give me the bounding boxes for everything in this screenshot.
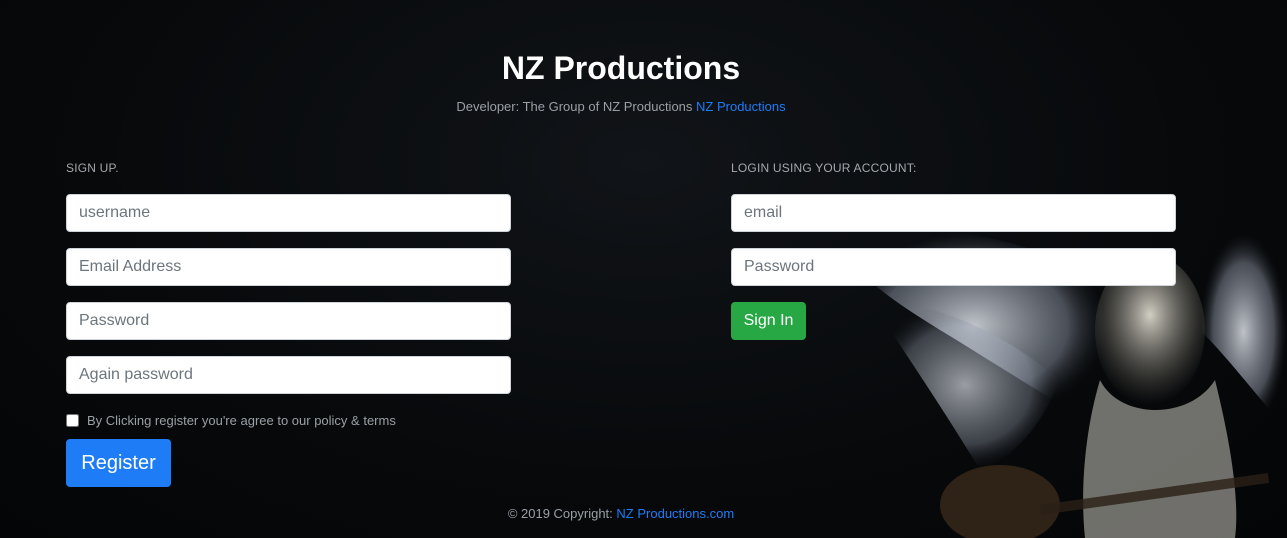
developer-credit: Developer: The Group of NZ Productions N… (0, 99, 1242, 114)
developer-text: Developer: The Group of NZ Productions (456, 99, 693, 114)
terms-row[interactable]: By Clicking register you're agree to our… (66, 413, 396, 428)
terms-label: By Clicking register you're agree to our… (87, 413, 396, 428)
signup-password-input[interactable] (66, 302, 511, 340)
footer-link[interactable]: NZ Productions.com (616, 506, 734, 521)
username-input[interactable] (66, 194, 511, 232)
login-heading: LOGIN USING YOUR ACCOUNT: (731, 161, 917, 175)
page-title: NZ Productions (501, 50, 741, 86)
signup-heading: SIGN UP. (66, 161, 119, 175)
login-password-input[interactable] (731, 248, 1176, 286)
sign-in-button[interactable]: Sign In (731, 302, 806, 340)
footer: © 2019 Copyright: NZ Productions.com (0, 506, 1242, 521)
register-button[interactable]: Register (66, 439, 171, 487)
developer-link[interactable]: NZ Productions (696, 99, 786, 114)
login-email-input[interactable] (731, 194, 1176, 232)
signup-email-input[interactable] (66, 248, 511, 286)
terms-checkbox[interactable] (66, 414, 79, 427)
copyright-text: © 2019 Copyright: (507, 506, 613, 521)
again-password-input[interactable] (66, 356, 511, 394)
